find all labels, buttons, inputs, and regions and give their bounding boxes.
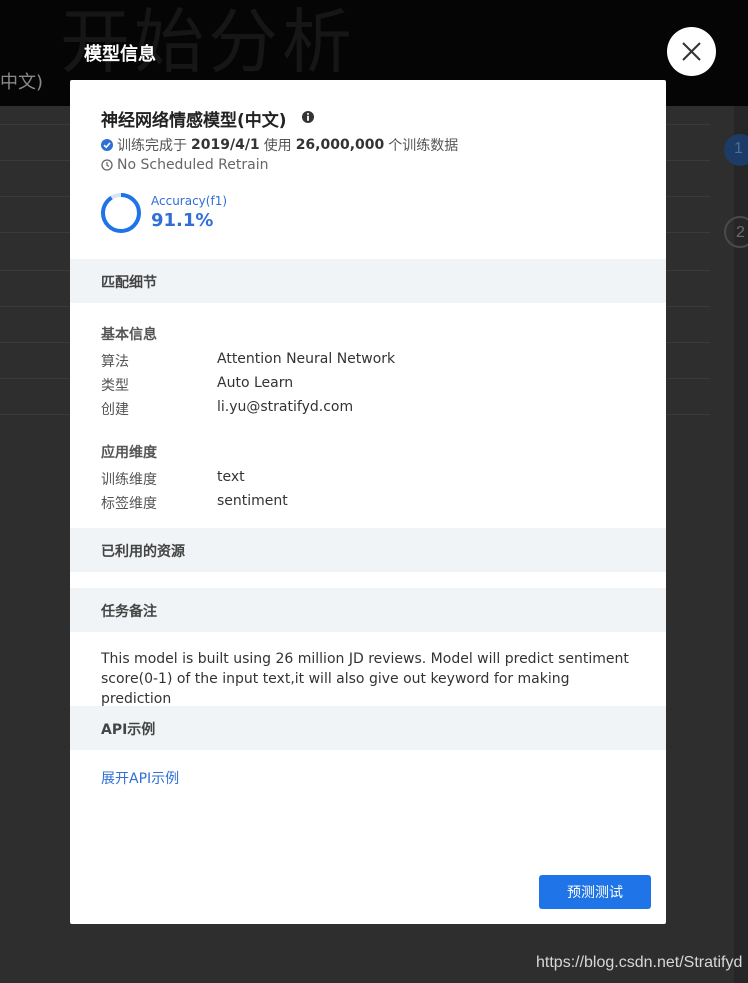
check-circle-icon [101,139,113,151]
accuracy-gauge [101,193,141,233]
section-notes: 任务备注 [70,588,666,632]
background-subtitle: 中文) [0,72,44,93]
dim-value-label: sentiment [217,493,288,509]
section-title: 任务备注 [101,604,157,620]
section-match-details: 匹配细节 [70,259,666,303]
trained-date: 2019/4/1 [191,137,260,153]
dim-value-training: text [217,469,245,485]
retrain-text: No Scheduled Retrain [117,157,269,173]
close-icon [682,42,701,61]
info-value-algorithm: Attention Neural Network [217,351,396,367]
expand-api-link[interactable]: 展开API示例 [101,768,179,788]
accuracy-gauge-arc [101,193,141,233]
basic-info-title: 基本信息 [101,327,157,343]
step-indicator-1: 1 [724,134,748,166]
info-key-algorithm: 算法 [101,354,129,370]
section-title: 已利用的资源 [101,544,185,560]
train-count: 26,000,000 [295,137,385,153]
dimensions-title: 应用维度 [101,445,157,461]
section-title: API示例 [101,722,156,738]
model-name: 神经网络情感模型(中文) [101,111,287,131]
info-value-type: Auto Learn [217,375,294,391]
status-suffix: 个训练数据 [388,138,459,154]
info-key-creator: 创建 [101,402,129,418]
section-api: API示例 [70,706,666,750]
section-resources: 已利用的资源 [70,528,666,572]
predict-test-button[interactable]: 预测测试 [539,875,651,909]
step-indicator-2: 2 [724,216,748,248]
close-button[interactable] [667,27,716,76]
dim-key-label: 标签维度 [101,496,157,512]
info-value-creator: li.yu@stratifyd.com [217,399,354,415]
section-title: 匹配细节 [101,275,157,291]
accuracy-value: 91.1% [151,210,214,231]
status-mid: 使用 [263,138,292,154]
accuracy-label: Accuracy(f1) [151,194,228,208]
training-status: 训练完成于 2019/4/1 使用 26,000,000 个训练数据 [101,135,458,155]
dim-key-training: 训练维度 [101,472,157,488]
overlay-title: 模型信息 [84,44,156,65]
notes-text: This model is built using 26 million JD … [101,651,629,707]
status-prefix: 训练完成于 [117,138,187,154]
info-key-type: 类型 [101,378,129,394]
clock-icon [101,159,113,171]
retrain-status: No Scheduled Retrain [101,157,268,173]
info-icon[interactable] [301,110,315,124]
watermark: https://blog.csdn.net/Stratifyd [536,954,743,971]
model-info-modal: 神经网络情感模型(中文) 训练完成于 2019/4/1 使用 26,000,00… [70,80,666,924]
